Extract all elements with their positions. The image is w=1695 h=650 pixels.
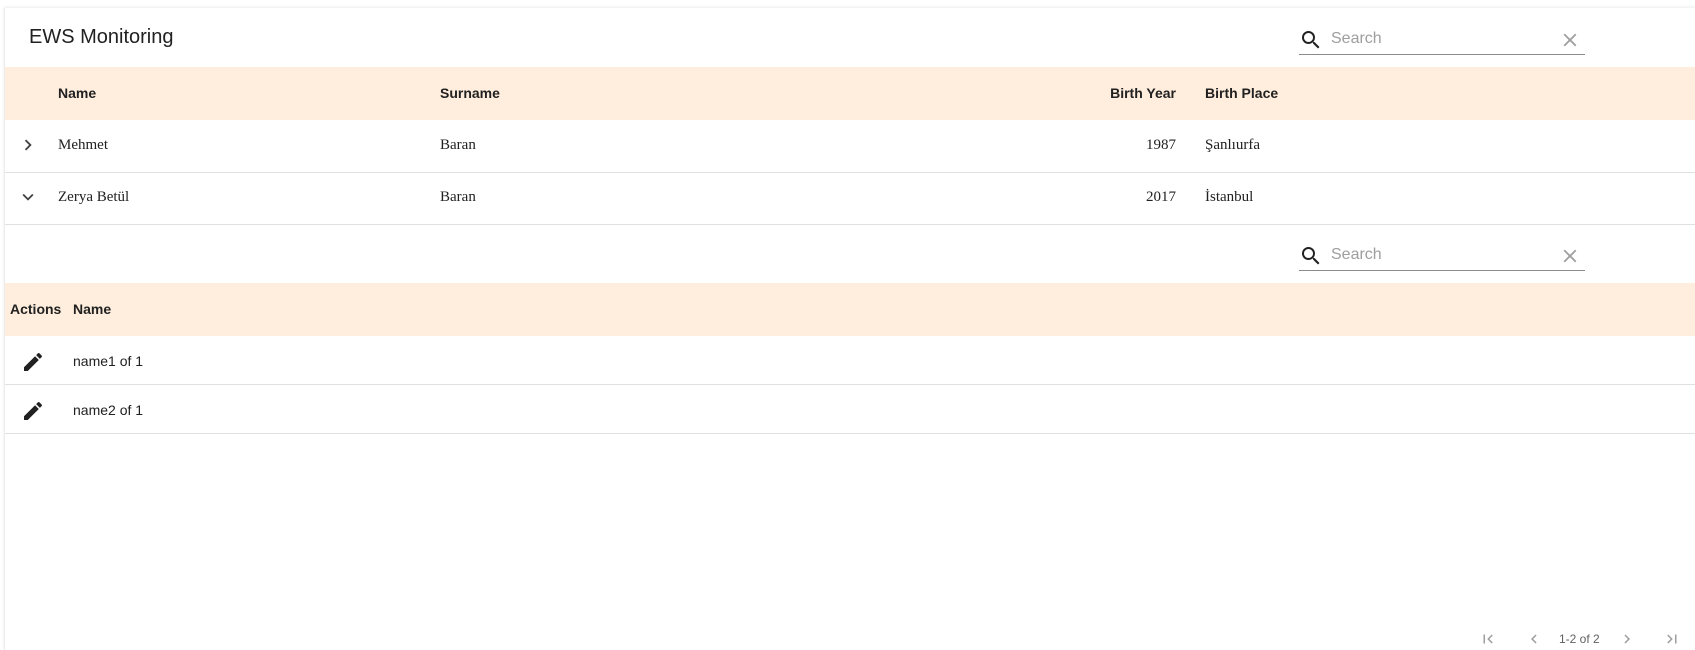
table-row[interactable]: Zerya Betül Baran 2017 İstanbul (5, 172, 1695, 225)
column-header-name[interactable]: Name (73, 301, 111, 317)
detail-search-field (1299, 240, 1585, 271)
cell-name: Mehmet (58, 137, 108, 153)
cell-birth-place: İstanbul (1205, 189, 1254, 205)
column-header-birth-place[interactable]: Birth Place (1205, 85, 1278, 101)
cell-surname: Baran (440, 189, 476, 205)
first-page-icon[interactable] (1479, 630, 1497, 648)
last-page-icon[interactable] (1663, 630, 1681, 648)
pagination-range: 1-2 of 2 (1559, 632, 1600, 646)
page-title: EWS Monitoring (29, 26, 174, 48)
main-search-input[interactable] (1331, 27, 1541, 51)
edit-icon[interactable] (21, 399, 45, 423)
search-icon (1302, 247, 1320, 265)
detail-search-input[interactable] (1331, 243, 1541, 267)
cell-name: Zerya Betül (58, 189, 130, 205)
main-search-field (1299, 24, 1585, 55)
cell-name: name2 of 1 (73, 402, 144, 418)
column-header-surname[interactable]: Surname (440, 85, 500, 101)
search-icon (1302, 31, 1320, 49)
edit-icon[interactable] (21, 350, 45, 374)
clear-search-icon[interactable] (1559, 29, 1581, 51)
column-header-birth-year[interactable]: Birth Year (1065, 85, 1176, 101)
column-header-actions: Actions (10, 301, 62, 317)
column-header-name[interactable]: Name (58, 85, 96, 101)
detail-row: name1 of 1 (5, 336, 1695, 385)
chevron-down-icon[interactable] (17, 186, 39, 208)
cell-surname: Baran (440, 137, 476, 153)
next-page-icon[interactable] (1618, 630, 1636, 648)
previous-page-icon[interactable] (1525, 630, 1543, 648)
cell-birth-year: 2017 (1146, 189, 1176, 205)
chevron-right-icon[interactable] (17, 134, 39, 156)
detail-table-header: Actions Name (5, 283, 1695, 336)
main-table-header: Name Surname Birth Year Birth Place (5, 67, 1695, 120)
clear-search-icon[interactable] (1559, 245, 1581, 267)
detail-row: name2 of 1 (5, 385, 1695, 434)
table-row[interactable]: Mehmet Baran 1987 Şanlıurfa (5, 120, 1695, 173)
cell-name: name1 of 1 (73, 353, 144, 369)
cell-birth-place: Şanlıurfa (1205, 137, 1260, 153)
table-toolbar: EWS Monitoring (5, 8, 1695, 72)
cell-birth-year: 1987 (1146, 137, 1176, 153)
table-card: EWS Monitoring Name Surname Birth Year B… (4, 8, 1695, 650)
